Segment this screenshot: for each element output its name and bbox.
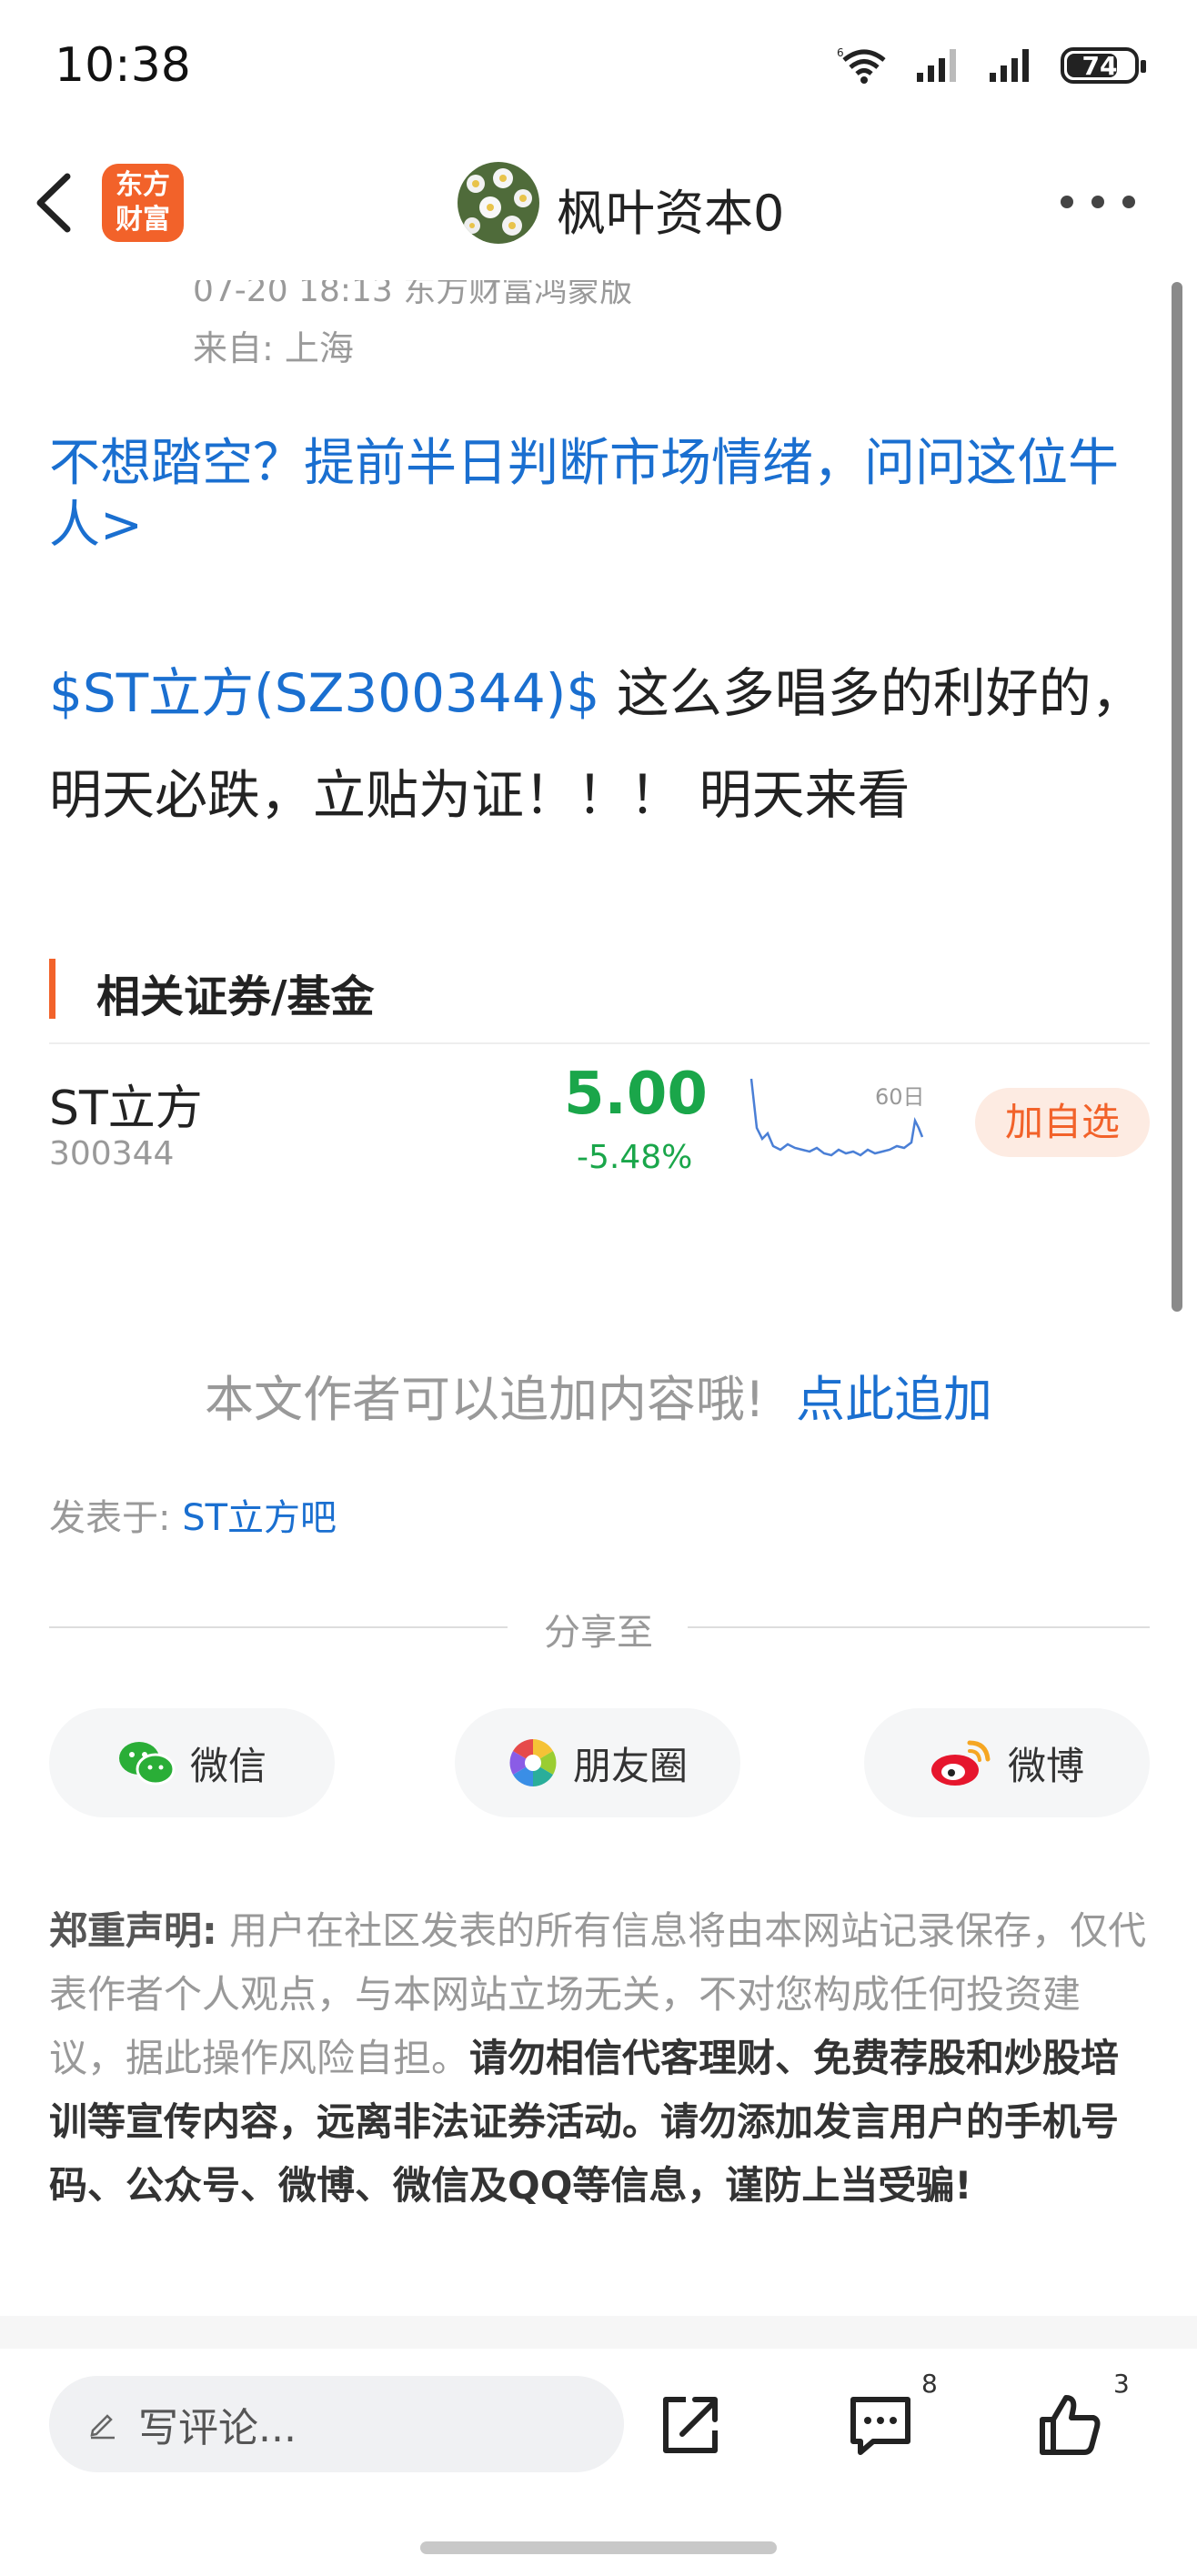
divider — [688, 1626, 1150, 1628]
svg-text:6: 6 — [837, 46, 844, 59]
add-watchlist-button[interactable]: 加自选 — [975, 1088, 1150, 1157]
stock-bar-link[interactable]: ST立方吧 — [182, 1497, 337, 1539]
page-title: 枫叶资本0 — [557, 185, 785, 242]
status-icons: 6 74 — [837, 45, 1146, 86]
weibo-icon — [930, 1740, 991, 1786]
divider — [49, 1042, 1150, 1044]
disclaimer: 郑重声明: 用户在社区发表的所有信息将由本网站记录保存，仅代表作者个人观点，与本… — [49, 1908, 1147, 2208]
home-indicator[interactable] — [420, 2541, 777, 2554]
share-weibo-button[interactable]: 微博 — [864, 1708, 1150, 1817]
share-title: 分享至 — [544, 1612, 653, 1654]
section-accent-bar — [49, 959, 55, 1019]
posted-in: 发表于: ST立方吧 — [49, 1497, 337, 1539]
like-count: 3 — [1113, 2369, 1130, 2399]
post-body: $ST立方(SZ300344)$ 这么多唱多的利好的，明天必跌，立贴为证！！！ … — [49, 642, 1155, 846]
comment-input[interactable]: 写评论... — [49, 2376, 624, 2472]
wechat-icon — [118, 1742, 176, 1786]
stock-tag-link[interactable]: $ST立方(SZ300344)$ — [49, 662, 599, 724]
stock-price: 5.00 — [564, 1061, 708, 1128]
comment-count: 8 — [921, 2369, 938, 2399]
sparkline-label: 60日 — [875, 1084, 925, 1110]
signal-icon-1 — [917, 49, 956, 82]
like-icon[interactable] — [1035, 2390, 1104, 2460]
signal-icon-2 — [990, 49, 1029, 82]
share-wechat-button[interactable]: 微信 — [49, 1708, 335, 1817]
pencil-icon — [90, 2414, 115, 2440]
stock-name[interactable]: ST立方 — [49, 1070, 203, 1138]
avatar[interactable] — [458, 162, 539, 244]
moments-icon — [509, 1739, 557, 1786]
stock-code: 300344 — [49, 1135, 175, 1172]
app-logo[interactable]: 东方 财富 — [102, 164, 184, 242]
share-icon[interactable] — [655, 2390, 724, 2460]
share-moments-button[interactable]: 朋友圈 — [455, 1708, 740, 1817]
post-datetime-source: 07-20 18:13 东方财富鸿蒙版 — [193, 272, 633, 309]
back-icon[interactable] — [31, 171, 80, 235]
append-row: 本文作者可以追加内容哦! 点此追加 — [0, 1359, 1197, 1431]
stock-change: -5.48% — [577, 1139, 693, 1176]
promo-link[interactable]: 不想踏空？提前半日判断市场情绪，问问这位牛人> — [49, 433, 1155, 557]
wifi-icon: 6 — [837, 46, 886, 84]
status-time: 10:38 — [55, 38, 191, 93]
battery-icon: 74 — [1061, 47, 1146, 84]
append-prompt: 本文作者可以追加内容哦! — [205, 1371, 765, 1428]
more-icon[interactable] — [1061, 196, 1135, 208]
section-separator — [0, 2316, 1197, 2349]
scrollbar[interactable] — [1172, 282, 1182, 1312]
post-location: 来自: 上海 — [193, 328, 354, 368]
related-section-title: 相关证券/基金 — [96, 971, 375, 1022]
comment-icon[interactable] — [846, 2390, 915, 2460]
append-link[interactable]: 点此追加 — [796, 1371, 992, 1428]
